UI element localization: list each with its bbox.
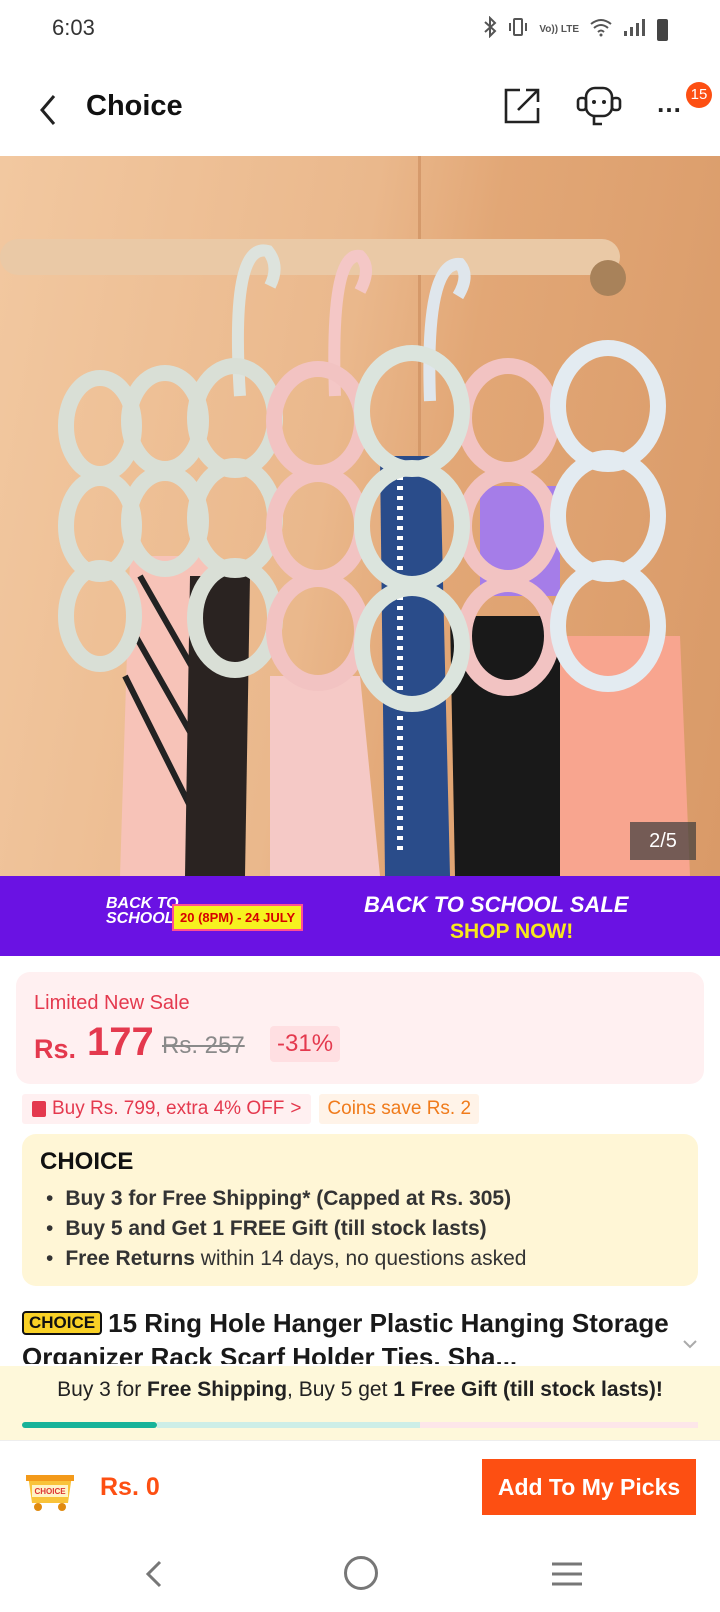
vibrate-icon bbox=[507, 16, 529, 43]
promo-logo-line2: SCHOOL bbox=[106, 910, 175, 927]
promo-banner[interactable]: BACK TO SCHOOL 20 (8PM) - 24 JULY BACK T… bbox=[0, 876, 720, 956]
promo-logo: BACK TO SCHOOL bbox=[106, 895, 179, 927]
coupon-icon bbox=[32, 1101, 46, 1117]
choice-cart-button[interactable]: CHOICE bbox=[22, 1463, 78, 1513]
discount-badge: -31% bbox=[270, 1026, 341, 1062]
picks-total: Rs. 0 bbox=[100, 1473, 160, 1501]
choice-cart-icon: CHOICE bbox=[26, 1475, 74, 1511]
menu-icon bbox=[552, 1562, 582, 1586]
bundle-progress-bar bbox=[22, 1422, 698, 1428]
nav-home-button[interactable] bbox=[344, 1556, 378, 1590]
current-price: 177 bbox=[87, 1020, 154, 1064]
promo-title: BACK TO SCHOOL SALE bbox=[364, 892, 629, 917]
coupon-row: Buy Rs. 799, extra 4% OFF > Coins save R… bbox=[22, 1094, 480, 1124]
svg-text:CHOICE: CHOICE bbox=[34, 1487, 66, 1496]
headset-icon bbox=[576, 86, 622, 126]
progress-segment bbox=[420, 1422, 698, 1428]
bundle-offer-text: Buy 3 for Free Shipping, Buy 5 get 1 Fre… bbox=[57, 1378, 663, 1401]
price-currency: Rs. bbox=[34, 1034, 77, 1064]
volte-icon: Vo)) LTE bbox=[539, 23, 579, 35]
status-time: 6:03 bbox=[52, 15, 95, 40]
promo-dates: 20 (8PM) - 24 JULY bbox=[172, 904, 304, 931]
back-button[interactable] bbox=[34, 88, 64, 128]
benefit-item: Free Returns within 14 days, no question… bbox=[42, 1244, 526, 1274]
battery-icon bbox=[657, 18, 668, 41]
bundle-offer-strip[interactable]: Buy 3 for Free Shipping, Buy 5 get 1 Fre… bbox=[0, 1366, 720, 1440]
bluetooth-icon bbox=[483, 15, 497, 43]
sale-label: Limited New Sale bbox=[34, 992, 190, 1014]
signal-icon bbox=[623, 17, 647, 42]
share-button[interactable] bbox=[502, 86, 542, 126]
promo-cta[interactable]: SHOP NOW! bbox=[450, 920, 573, 944]
benefit-item: Buy 5 and Get 1 FREE Gift (till stock la… bbox=[42, 1214, 526, 1244]
page-title: Choice bbox=[86, 90, 183, 122]
chevron-down-icon[interactable] bbox=[680, 1334, 700, 1354]
price-card: Limited New Sale Rs. 177 Rs. 257 -31% bbox=[16, 972, 704, 1084]
progress-fill bbox=[22, 1422, 157, 1428]
back-icon bbox=[145, 1560, 162, 1588]
coupon-text: Buy Rs. 799, extra 4% OFF bbox=[52, 1098, 285, 1119]
choice-badge: CHOICE bbox=[22, 1311, 103, 1335]
benefit-item: Buy 3 for Free Shipping* (Capped at Rs. … bbox=[42, 1184, 526, 1214]
coupon-tag[interactable]: Buy Rs. 799, extra 4% OFF > bbox=[22, 1094, 312, 1124]
status-icons: Vo)) LTE bbox=[483, 15, 668, 43]
notification-badge: 15 bbox=[686, 82, 712, 108]
product-title-text: 15 Ring Hole Hanger Plastic Hanging Stor… bbox=[22, 1308, 669, 1364]
add-to-picks-button[interactable]: Add To My Picks bbox=[482, 1459, 696, 1515]
status-bar: 6:03 Vo)) LTE bbox=[0, 0, 720, 62]
image-counter: 2/5 bbox=[630, 822, 696, 860]
customer-service-button[interactable] bbox=[574, 84, 624, 128]
hanger-illustration bbox=[0, 239, 690, 876]
header: Choice … 15 bbox=[0, 62, 720, 156]
nav-back-button[interactable] bbox=[140, 1556, 170, 1592]
coins-tag[interactable]: Coins save Rs. 2 bbox=[319, 1094, 480, 1124]
chevron-left-icon bbox=[40, 95, 56, 125]
wifi-icon bbox=[589, 17, 613, 42]
share-icon bbox=[504, 88, 540, 124]
choice-benefits-card[interactable]: CHOICE Buy 3 for Free Shipping* (Capped … bbox=[22, 1134, 698, 1286]
promo-logo-line1: BACK TO bbox=[106, 895, 179, 912]
original-price: Rs. 257 bbox=[162, 1032, 245, 1059]
product-image[interactable]: 2/5 bbox=[0, 156, 720, 876]
action-bar: CHOICE Rs. 0 Add To My Picks bbox=[0, 1440, 720, 1538]
choice-benefits-list: Buy 3 for Free Shipping* (Capped at Rs. … bbox=[42, 1184, 526, 1274]
nav-recents-button[interactable] bbox=[550, 1560, 584, 1588]
progress-segment bbox=[156, 1422, 421, 1428]
system-nav-bar bbox=[0, 1538, 720, 1612]
chevron-right-icon: > bbox=[290, 1098, 302, 1119]
product-title[interactable]: CHOICE 15 Ring Hole Hanger Plastic Hangin… bbox=[22, 1306, 682, 1364]
choice-logo: CHOICE bbox=[40, 1148, 134, 1175]
